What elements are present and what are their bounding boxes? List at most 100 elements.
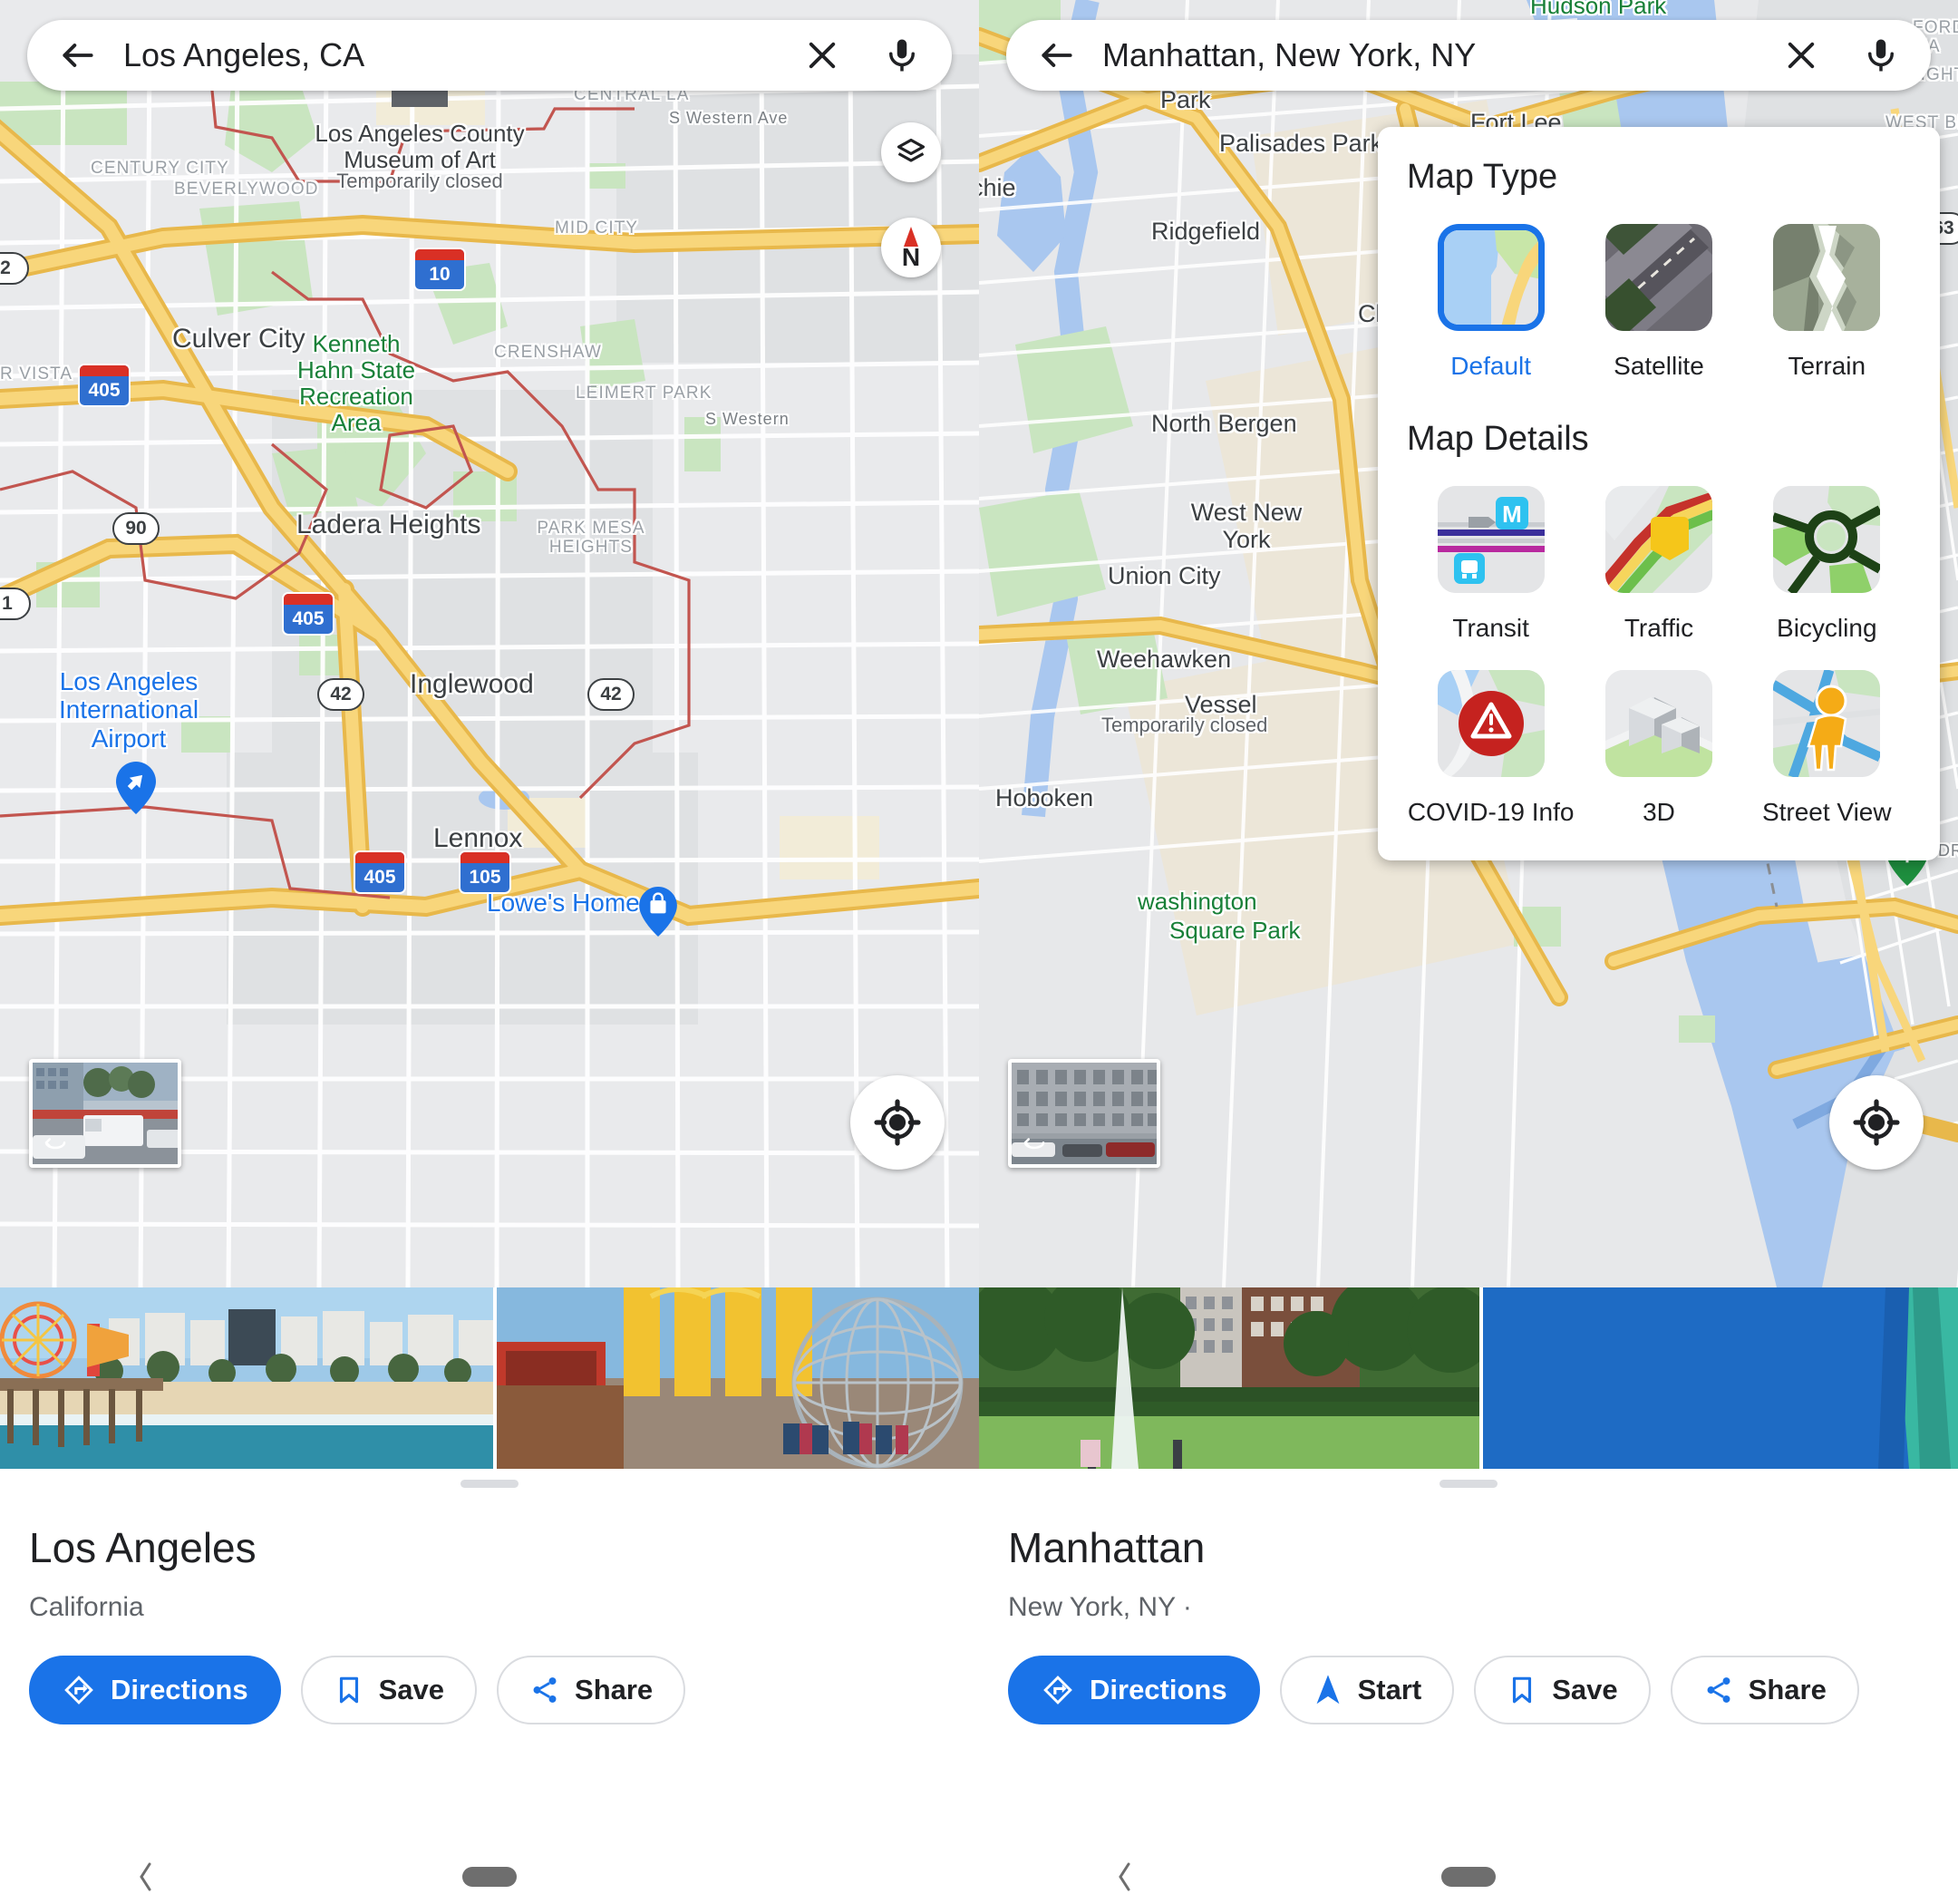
street-view-thumbnail-ny[interactable] xyxy=(1008,1059,1160,1168)
interstate-shield: 105 xyxy=(460,852,509,892)
default-map-tile xyxy=(1443,230,1538,325)
map-option-default[interactable]: Default xyxy=(1407,224,1575,382)
search-input[interactable]: Manhattan, New York, NY xyxy=(1102,36,1782,74)
place-subtitle: California xyxy=(29,1592,144,1622)
map-option-street-view[interactable]: Street View xyxy=(1743,670,1911,828)
start-button[interactable]: Start xyxy=(1279,1656,1455,1724)
transit-tile: M xyxy=(1437,485,1545,593)
map-option-satellite[interactable]: Satellite xyxy=(1575,224,1742,382)
save-button[interactable]: Save xyxy=(300,1656,478,1724)
place-action-buttons: Directions Start Save Share xyxy=(1008,1656,1929,1724)
map-option-label: Traffic xyxy=(1624,613,1694,642)
map-option-terrain[interactable]: Terrain xyxy=(1743,224,1911,382)
store-map-pin[interactable] xyxy=(639,887,677,941)
place-card-manhattan: Manhattan New York, NY · Directions Start… xyxy=(979,1469,1958,1850)
button-label: Directions xyxy=(1090,1674,1227,1705)
microphone-icon[interactable] xyxy=(883,36,921,74)
share-icon xyxy=(529,1675,560,1705)
photo-universal-studios[interactable] xyxy=(497,1287,979,1469)
directions-icon xyxy=(62,1673,96,1707)
place-action-buttons: Directions Save Share xyxy=(29,1656,950,1724)
nav-home-pill[interactable] xyxy=(1441,1867,1496,1887)
arrow-back-icon[interactable] xyxy=(58,35,98,75)
my-location-icon xyxy=(1853,1099,1900,1146)
map-option-bicycling[interactable]: Bicycling xyxy=(1743,485,1911,644)
map-option-3d[interactable]: 3D xyxy=(1575,670,1742,828)
map-layers-button[interactable] xyxy=(881,122,941,182)
map-compass-button[interactable]: N xyxy=(881,218,941,277)
terrain-map-tile xyxy=(1773,224,1881,331)
map-canvas-los-angeles[interactable]: CENTURY CITY BEVERLYWOOD CENTRAL LA MID CIT… xyxy=(0,0,979,1287)
place-subtitle: New York, NY · xyxy=(1008,1592,1192,1622)
map-option-label: Satellite xyxy=(1614,352,1704,380)
airport-map-pin[interactable] xyxy=(116,762,156,819)
traffic-tile xyxy=(1604,485,1712,593)
card-drag-handle[interactable] xyxy=(460,1480,519,1488)
streetview-rotate-icon xyxy=(40,1126,71,1157)
button-label: Share xyxy=(575,1674,654,1705)
map-details-options-row2: COVID-19 Info 3D Street View xyxy=(1407,670,1911,828)
card-drag-handle[interactable] xyxy=(1439,1480,1498,1488)
arrow-back-icon[interactable] xyxy=(1037,35,1077,75)
button-label: Save xyxy=(1552,1674,1618,1705)
my-location-icon xyxy=(874,1099,921,1146)
close-icon[interactable] xyxy=(803,36,841,74)
nav-back-icon[interactable] xyxy=(1115,1861,1133,1892)
streetview-tile xyxy=(1773,670,1881,778)
svg-text:M: M xyxy=(1502,500,1522,528)
compass-north-label: N xyxy=(901,243,921,272)
map-details-options-row1: M Transit Traffic Bicycling xyxy=(1407,485,1911,644)
directions-icon xyxy=(1041,1673,1075,1707)
phone-screen-los-angeles: CENTURY CITY BEVERLYWOOD CENTRAL LA MID CIT… xyxy=(0,0,979,1904)
navigation-arrow-icon xyxy=(1313,1674,1343,1706)
street-view-thumbnail-la[interactable] xyxy=(29,1059,181,1168)
search-bar[interactable]: Manhattan, New York, NY xyxy=(1006,20,1931,91)
map-option-covid-19-info[interactable]: COVID-19 Info xyxy=(1407,670,1575,828)
map-option-label: 3D xyxy=(1643,798,1675,827)
button-label: Save xyxy=(378,1674,445,1705)
microphone-icon[interactable] xyxy=(1862,36,1900,74)
nav-back-icon[interactable] xyxy=(136,1861,154,1892)
search-bar[interactable]: Los Angeles, CA xyxy=(27,20,952,91)
threed-tile xyxy=(1604,670,1712,778)
directions-button[interactable]: Directions xyxy=(29,1656,281,1724)
button-label: Start xyxy=(1357,1674,1422,1705)
map-option-label: COVID-19 Info xyxy=(1407,798,1575,827)
map-option-label: Default xyxy=(1450,352,1532,380)
satellite-map-tile xyxy=(1604,224,1712,331)
my-location-button[interactable] xyxy=(850,1075,945,1170)
interstate-shield: 10 xyxy=(415,249,464,289)
streetview-rotate-icon xyxy=(1019,1126,1050,1157)
directions-button[interactable]: Directions xyxy=(1008,1656,1260,1724)
search-input[interactable]: Los Angeles, CA xyxy=(123,36,803,74)
interstate-shield: 405 xyxy=(284,594,333,634)
share-button[interactable]: Share xyxy=(497,1656,686,1724)
share-icon xyxy=(1703,1675,1734,1705)
map-layers-panel: Map Type Default Satellite Terrain Map Det… xyxy=(1378,127,1940,860)
map-option-label: Terrain xyxy=(1788,352,1866,380)
photo-santa-monica-pier[interactable] xyxy=(0,1287,493,1469)
map-option-transit[interactable]: M Transit xyxy=(1407,485,1575,644)
interstate-shield: 405 xyxy=(80,365,129,405)
share-button[interactable]: Share xyxy=(1670,1656,1859,1724)
covid-tile xyxy=(1437,670,1545,778)
photo-strip-ny[interactable] xyxy=(979,1287,1958,1469)
my-location-button-ny[interactable] xyxy=(1829,1075,1924,1170)
photo-bryant-park-fountain[interactable] xyxy=(979,1287,1479,1469)
map-canvas-manhattan[interactable]: Hudson ParkParkPalisades ParkFort Leeach… xyxy=(979,0,1958,1287)
layers-icon xyxy=(895,136,927,169)
dual-screenshot-comparison: CENTURY CITY BEVERLYWOOD CENTRAL LA MID CIT… xyxy=(0,0,1958,1904)
map-option-label: Bicycling xyxy=(1777,613,1877,642)
map-option-label: Street View xyxy=(1761,798,1892,827)
state-route-shield: 42 xyxy=(317,678,364,711)
save-button[interactable]: Save xyxy=(1474,1656,1651,1724)
photo-blue[interactable] xyxy=(1483,1287,1958,1469)
photo-strip-la[interactable] xyxy=(0,1287,979,1469)
map-type-options: Default Satellite Terrain xyxy=(1407,224,1911,382)
map-type-heading: Map Type xyxy=(1407,158,1558,196)
nav-home-pill[interactable] xyxy=(462,1867,517,1887)
map-option-traffic[interactable]: Traffic xyxy=(1575,485,1742,644)
state-route-shield: 42 xyxy=(587,678,635,711)
android-nav-bar-ny xyxy=(979,1850,1958,1904)
close-icon[interactable] xyxy=(1782,36,1820,74)
